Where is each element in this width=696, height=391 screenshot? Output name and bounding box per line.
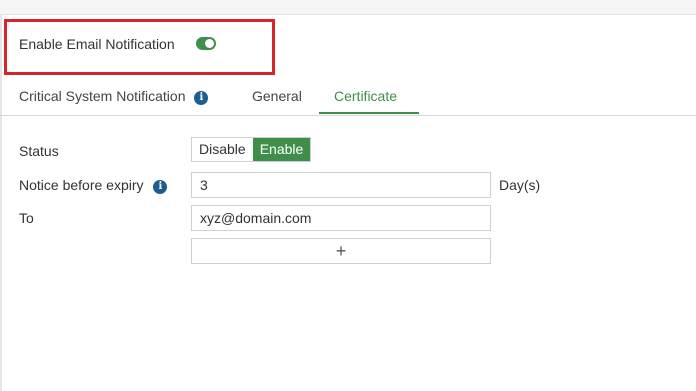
enable-email-notification-toggle[interactable] — [196, 37, 216, 50]
status-enable-option[interactable]: Enable — [252, 138, 311, 161]
top-strip — [0, 0, 696, 15]
add-recipient-button[interactable]: + — [191, 238, 491, 264]
tab-critical-system-notification[interactable]: Critical System Notification i — [19, 88, 209, 105]
toggle-knob — [205, 39, 214, 48]
to-email-input[interactable] — [191, 205, 491, 231]
status-label: Status — [19, 143, 59, 159]
info-icon: i — [194, 91, 209, 105]
info-icon: i — [153, 180, 168, 194]
notice-before-expiry-input[interactable] — [191, 172, 491, 198]
notice-before-expiry-label: Notice before expiry i — [19, 177, 168, 194]
enable-email-notification-label: Enable Email Notification — [19, 36, 175, 52]
status-disable-option[interactable]: Disable — [192, 138, 253, 161]
tab-label: Critical System Notification — [19, 88, 186, 104]
tab-certificate[interactable]: Certificate — [334, 88, 397, 104]
left-border — [0, 15, 2, 391]
status-toggle: Disable Enable — [191, 137, 312, 162]
days-unit-label: Day(s) — [499, 177, 541, 193]
active-tab-underline — [319, 112, 419, 114]
tab-general[interactable]: General — [252, 88, 302, 104]
to-label: To — [19, 210, 34, 226]
notice-label-text: Notice before expiry — [19, 177, 144, 193]
tab-bar: Critical System Notification i General C… — [0, 80, 696, 116]
